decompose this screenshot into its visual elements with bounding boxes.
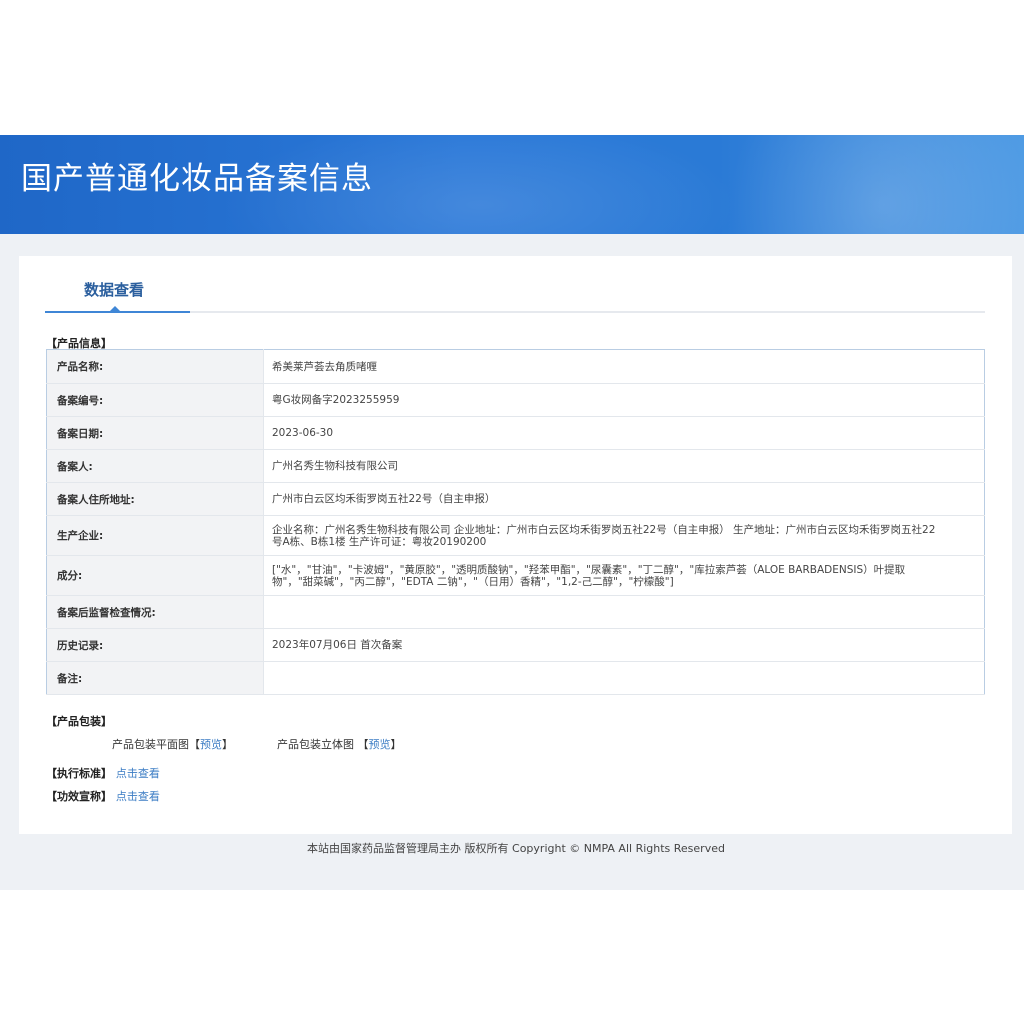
preview-solid-link[interactable]: 预览 — [369, 738, 391, 751]
field-label: 生产企业: — [46, 515, 264, 556]
table-row: 备案日期: 2023-06-30 — [46, 416, 985, 450]
tab-caret-icon — [110, 306, 120, 311]
field-value: 企业名称：广州名秀生物科技有限公司 企业地址：广州市白云区均禾街罗岗五社22号（… — [272, 523, 936, 548]
field-label: 备案人: — [46, 449, 264, 483]
packaging-solid-label: 产品包装立体图 — [277, 738, 354, 751]
field-label: 成分: — [46, 555, 264, 596]
field-label: 备案日期: — [46, 416, 264, 450]
product-info-table: 产品名称: 希美莱芦荟去角质啫喱 备案编号: 粤G妆网备字2023255959 … — [46, 349, 985, 695]
section-efficacy: 【功效宣称】 点击查看 — [46, 788, 160, 804]
table-row: 备案人: 广州名秀生物科技有限公司 — [46, 449, 985, 483]
field-value: 广州市白云区均禾街罗岗五社22号（自主申报） — [263, 482, 985, 516]
field-label: 备注: — [46, 661, 264, 695]
footer-copyright: 本站由国家药品监督管理局主办 版权所有 Copyright © NMPA All… — [307, 842, 725, 855]
section-packaging: 【产品包装】 — [46, 715, 112, 728]
section-standard-label: 【执行标准】 — [46, 767, 112, 780]
table-row: 备案人住所地址: 广州市白云区均禾街罗岗五社22号（自主申报） — [46, 482, 985, 516]
field-value: 广州名秀生物科技有限公司 — [263, 449, 985, 483]
field-value: 2023-06-30 — [263, 416, 985, 450]
table-row: 备注: — [46, 661, 985, 695]
efficacy-view-link[interactable]: 点击查看 — [116, 790, 160, 803]
page: 国产普通化妆品备案信息 数据查看 【产品信息】 产品名称: 希美莱芦荟去角质啫喱… — [0, 0, 1024, 1024]
table-row: 备案编号: 粤G妆网备字2023255959 — [46, 383, 985, 417]
table-row: 产品名称: 希美莱芦荟去角质啫喱 — [46, 349, 985, 384]
page-title: 国产普通化妆品备案信息 — [21, 161, 373, 197]
field-value: 粤G妆网备字2023255959 — [263, 383, 985, 417]
field-label: 产品名称: — [46, 349, 264, 384]
standard-view-link[interactable]: 点击查看 — [116, 767, 160, 780]
section-efficacy-label: 【功效宣称】 — [46, 790, 112, 803]
packaging-solid: 产品包装立体图 【预览】 — [277, 736, 402, 752]
section-standard: 【执行标准】 点击查看 — [46, 765, 160, 781]
field-value — [263, 595, 985, 629]
field-label: 备案后监督检查情况: — [46, 595, 264, 629]
bracket: 【 — [357, 738, 369, 751]
packaging-flat: 产品包装平面图【预览】 — [112, 736, 233, 752]
bracket: 】 — [222, 738, 233, 751]
tab-data-view[interactable]: 数据查看 — [84, 279, 144, 300]
table-row: 备案后监督检查情况: — [46, 595, 985, 629]
packaging-flat-label: 产品包装平面图 — [112, 738, 189, 751]
preview-flat-link[interactable]: 预览 — [200, 738, 222, 751]
table-row: 生产企业: 企业名称：广州名秀生物科技有限公司 企业地址：广州市白云区均禾街罗岗… — [46, 515, 985, 556]
field-label: 备案人住所地址: — [46, 482, 264, 516]
field-value: 希美莱芦荟去角质啫喱 — [263, 349, 985, 384]
tab-active-indicator — [45, 311, 190, 313]
bracket: 】 — [390, 738, 402, 751]
field-label: 历史记录: — [46, 628, 264, 662]
field-value — [263, 661, 985, 695]
bracket: 【 — [189, 738, 200, 751]
field-label: 备案编号: — [46, 383, 264, 417]
table-row: 成分: ["水"，"甘油"，"卡波姆"，"黄原胶"，"透明质酸钠"，"羟苯甲酯"… — [46, 555, 985, 596]
field-value: ["水"，"甘油"，"卡波姆"，"黄原胶"，"透明质酸钠"，"羟苯甲酯"，"尿囊… — [272, 563, 906, 588]
field-value: 2023年07月06日 首次备案 — [263, 628, 985, 662]
table-row: 历史记录: 2023年07月06日 首次备案 — [46, 628, 985, 662]
